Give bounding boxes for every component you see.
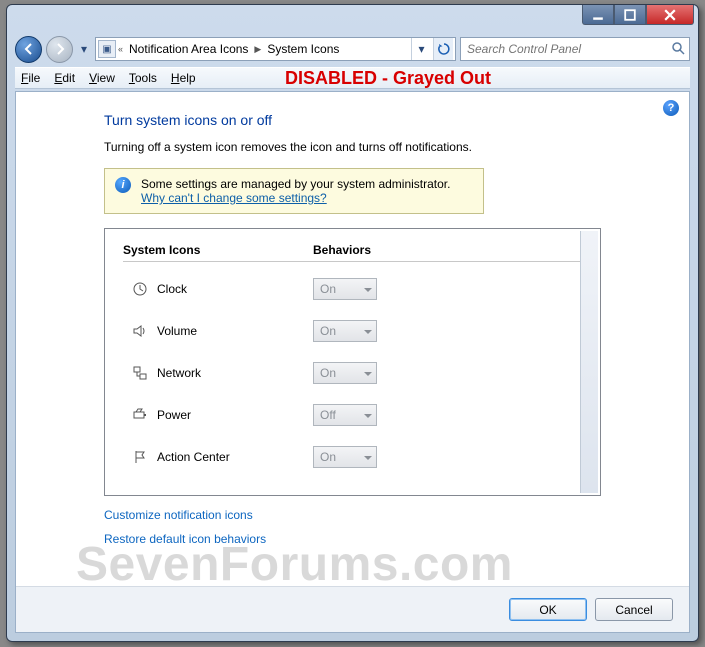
nav-history-dropdown[interactable]: ▾ (77, 39, 91, 59)
menu-help[interactable]: Help (171, 71, 196, 85)
cancel-button[interactable]: Cancel (595, 598, 673, 621)
icons-list: System Icons Behaviors Clock On Volume O… (104, 228, 601, 496)
customize-link[interactable]: Customize notification icons (104, 508, 601, 522)
refresh-button[interactable] (433, 38, 453, 60)
row-label: Clock (157, 282, 313, 296)
page-subtext: Turning off a system icon removes the ic… (104, 140, 601, 154)
chevron-right-icon: ▶ (254, 44, 261, 55)
list-item: Power Off (123, 394, 582, 436)
info-box: i Some settings are managed by your syst… (104, 168, 484, 214)
button-row: OK Cancel (16, 586, 689, 632)
list-item: Clock On (123, 268, 582, 310)
list-item: Action Center On (123, 436, 582, 478)
col-behaviors: Behaviors (313, 243, 371, 257)
ok-button[interactable]: OK (509, 598, 587, 621)
page-title: Turn system icons on or off (104, 112, 601, 128)
clock-icon (123, 281, 157, 297)
behavior-select: On (313, 320, 377, 342)
titlebar (7, 5, 698, 33)
row-label: Action Center (157, 450, 313, 464)
minimize-button[interactable] (582, 5, 614, 25)
forward-button[interactable] (46, 36, 73, 63)
menu-edit[interactable]: Edit (54, 71, 75, 85)
crumb-sep-icon: « (118, 44, 123, 54)
window: ▾ ▣ « Notification Area Icons ▶ System I… (6, 4, 699, 642)
address-dropdown[interactable]: ▾ (411, 38, 431, 60)
power-icon (123, 407, 157, 423)
network-icon (123, 365, 157, 381)
info-link[interactable]: Why can't I change some settings? (141, 191, 327, 205)
breadcrumb-item[interactable]: Notification Area Icons (125, 42, 252, 56)
list-item: Network On (123, 352, 582, 394)
maximize-button[interactable] (614, 5, 646, 25)
menu-tools[interactable]: Tools (129, 71, 157, 85)
behavior-select: On (313, 278, 377, 300)
menu-file[interactable]: File (21, 71, 40, 85)
col-system-icons: System Icons (123, 243, 313, 257)
info-text: Some settings are managed by your system… (141, 177, 450, 191)
back-button[interactable] (15, 36, 42, 63)
content: Turn system icons on or off Turning off … (16, 104, 689, 556)
control-panel-icon: ▣ (98, 40, 116, 58)
navbar: ▾ ▣ « Notification Area Icons ▶ System I… (15, 33, 690, 65)
help-icon[interactable]: ? (663, 100, 679, 116)
list-item: Volume On (123, 310, 582, 352)
info-icon: i (115, 177, 131, 193)
row-label: Power (157, 408, 313, 422)
row-label: Volume (157, 324, 313, 338)
breadcrumb-item[interactable]: System Icons (263, 42, 343, 56)
menu-view[interactable]: View (89, 71, 115, 85)
behavior-select: On (313, 362, 377, 384)
flag-icon (123, 449, 157, 465)
restore-defaults-link[interactable]: Restore default icon behaviors (104, 532, 601, 546)
annotation-label: DISABLED - Grayed Out (285, 68, 491, 89)
search-input[interactable] (465, 41, 671, 57)
volume-icon (123, 323, 157, 339)
search-box[interactable] (460, 37, 690, 61)
client-area: ? Turn system icons on or off Turning of… (15, 91, 690, 633)
behavior-select: Off (313, 404, 377, 426)
menubar: File Edit View Tools Help DISABLED - Gra… (15, 67, 690, 89)
search-icon (671, 41, 685, 58)
row-label: Network (157, 366, 313, 380)
address-bar[interactable]: ▣ « Notification Area Icons ▶ System Ico… (95, 37, 456, 61)
close-button[interactable] (646, 5, 694, 25)
behavior-select: On (313, 446, 377, 468)
